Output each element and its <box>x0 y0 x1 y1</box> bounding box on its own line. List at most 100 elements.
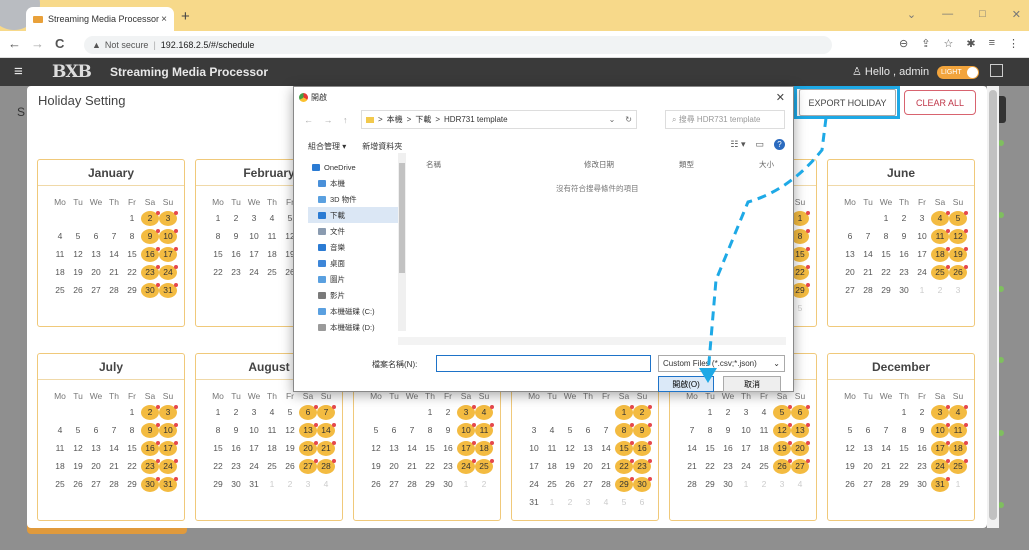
calendar-day[interactable]: 8 <box>701 423 719 438</box>
calendar-day[interactable]: 8 <box>209 229 227 244</box>
calendar-day[interactable]: 3 <box>913 211 931 226</box>
calendar-day[interactable]: 17 <box>525 459 543 474</box>
holiday-day[interactable]: 22 <box>615 459 634 474</box>
calendar-day[interactable]: 30 <box>913 477 931 492</box>
holiday-day[interactable]: 4 <box>475 405 494 420</box>
holiday-day[interactable]: 9 <box>141 229 160 244</box>
calendar-day[interactable]: 28 <box>105 477 123 492</box>
calendar-day[interactable]: 10 <box>913 229 931 244</box>
holiday-day[interactable]: 23 <box>141 265 160 280</box>
calendar-day[interactable]: 2 <box>227 405 245 420</box>
calendar-day[interactable]: 20 <box>579 459 597 474</box>
holiday-day[interactable]: 10 <box>159 229 178 244</box>
calendar-day[interactable]: 11 <box>263 229 281 244</box>
calendar-day[interactable]: 7 <box>683 423 701 438</box>
calendar-day[interactable]: 18 <box>543 459 561 474</box>
calendar-day[interactable]: 23 <box>895 265 913 280</box>
calendar-day[interactable]: 14 <box>877 441 895 456</box>
calendar-day[interactable]: 30 <box>227 477 245 492</box>
calendar-day[interactable]: 11 <box>51 441 69 456</box>
calendar-day[interactable]: 19 <box>69 265 87 280</box>
calendar-day[interactable]: 5 <box>561 423 579 438</box>
calendar-day[interactable]: 7 <box>105 423 123 438</box>
calendar-day[interactable]: 5 <box>281 405 299 420</box>
clear-all-button[interactable]: CLEAR ALL <box>904 90 976 115</box>
calendar-day[interactable]: 21 <box>403 459 421 474</box>
holiday-day[interactable]: 9 <box>633 423 652 438</box>
open-button[interactable]: 開啟(O) <box>658 376 714 392</box>
calendar-day[interactable]: 15 <box>209 441 227 456</box>
calendar-day[interactable]: 17 <box>245 441 263 456</box>
calendar-day[interactable]: 16 <box>227 441 245 456</box>
calendar-day[interactable]: 28 <box>683 477 701 492</box>
holiday-day[interactable]: 9 <box>141 423 160 438</box>
tree-item[interactable]: OneDrive <box>308 159 398 175</box>
holiday-day[interactable]: 11 <box>949 423 968 438</box>
holiday-day[interactable]: 3 <box>159 211 178 226</box>
calendar-day[interactable]: 19 <box>367 459 385 474</box>
new-folder-button[interactable]: 新增資料夾 <box>362 141 402 152</box>
holiday-day[interactable]: 10 <box>931 423 950 438</box>
calendar-day[interactable]: 6 <box>87 423 105 438</box>
tree-item[interactable]: 本機磁碟 (D:) <box>308 319 398 335</box>
reload-button[interactable]: C <box>55 36 64 51</box>
holiday-day[interactable]: 27 <box>791 459 810 474</box>
calendar-day[interactable]: 11 <box>755 423 773 438</box>
hamburger-menu-icon[interactable]: ≡ <box>14 63 23 80</box>
preview-pane-icon[interactable]: ▭ <box>755 139 764 150</box>
calendar-day[interactable]: 12 <box>69 441 87 456</box>
filetype-select[interactable]: Custom Files (*.csv;*.json) ⌄ <box>658 355 785 372</box>
calendar-day[interactable]: 20 <box>841 265 859 280</box>
zoom-icon[interactable]: ⊖ <box>899 37 908 50</box>
holiday-day[interactable]: 1 <box>615 405 634 420</box>
calendar-day[interactable]: 21 <box>859 265 877 280</box>
calendar-day[interactable]: 17 <box>245 247 263 262</box>
holiday-day[interactable]: 10 <box>159 423 178 438</box>
calendar-day[interactable]: 2 <box>719 405 737 420</box>
holiday-day[interactable]: 24 <box>159 265 178 280</box>
calendar-day[interactable]: 29 <box>421 477 439 492</box>
calendar-day[interactable]: 7 <box>105 229 123 244</box>
calendar-day[interactable]: 6 <box>841 229 859 244</box>
calendar-day[interactable]: 17 <box>737 441 755 456</box>
calendar-day[interactable]: 23 <box>227 459 245 474</box>
calendar-day[interactable]: 19 <box>281 441 299 456</box>
holiday-day[interactable]: 12 <box>773 423 792 438</box>
holiday-day[interactable]: 2 <box>141 211 160 226</box>
holiday-day[interactable]: 5 <box>773 405 792 420</box>
dialog-nav-buttons[interactable]: ← → ↑ <box>304 115 352 125</box>
calendar-day[interactable]: 22 <box>895 459 913 474</box>
calendar-day[interactable]: 15 <box>895 441 913 456</box>
calendar-day[interactable]: 1 <box>123 211 141 226</box>
calendar-day[interactable]: 12 <box>561 441 579 456</box>
tree-item[interactable]: 本機 <box>308 175 398 191</box>
holiday-day[interactable]: 10 <box>457 423 476 438</box>
holiday-day[interactable]: 13 <box>791 423 810 438</box>
holiday-day[interactable]: 20 <box>791 441 810 456</box>
calendar-day[interactable]: 25 <box>51 283 69 298</box>
calendar-day[interactable]: 13 <box>859 441 877 456</box>
calendar-day[interactable]: 25 <box>263 459 281 474</box>
calendar-day[interactable]: 6 <box>385 423 403 438</box>
holiday-day[interactable]: 25 <box>475 459 494 474</box>
calendar-day[interactable]: 18 <box>51 459 69 474</box>
cancel-button[interactable]: 取消 <box>723 376 781 392</box>
holiday-day[interactable]: 31 <box>931 477 950 492</box>
calendar-day[interactable]: 14 <box>403 441 421 456</box>
calendar-day[interactable]: 4 <box>263 405 281 420</box>
close-window-button[interactable]: ✕ <box>1012 8 1021 21</box>
calendar-day[interactable]: 26 <box>561 477 579 492</box>
calendar-day[interactable]: 15 <box>701 441 719 456</box>
calendar-day[interactable]: 28 <box>859 283 877 298</box>
calendar-day[interactable]: 14 <box>859 247 877 262</box>
holiday-day[interactable]: 4 <box>949 405 968 420</box>
calendar-day[interactable]: 20 <box>87 265 105 280</box>
holiday-day[interactable]: 29 <box>615 477 634 492</box>
holiday-day[interactable]: 17 <box>159 441 178 456</box>
calendar-day[interactable]: 21 <box>877 459 895 474</box>
tree-item[interactable]: 3D 物件 <box>308 191 398 207</box>
holiday-day[interactable]: 17 <box>931 441 950 456</box>
browser-menu-icon[interactable]: ⋮ <box>1008 37 1019 50</box>
holiday-day[interactable]: 3 <box>931 405 950 420</box>
calendar-day[interactable]: 2 <box>913 405 931 420</box>
